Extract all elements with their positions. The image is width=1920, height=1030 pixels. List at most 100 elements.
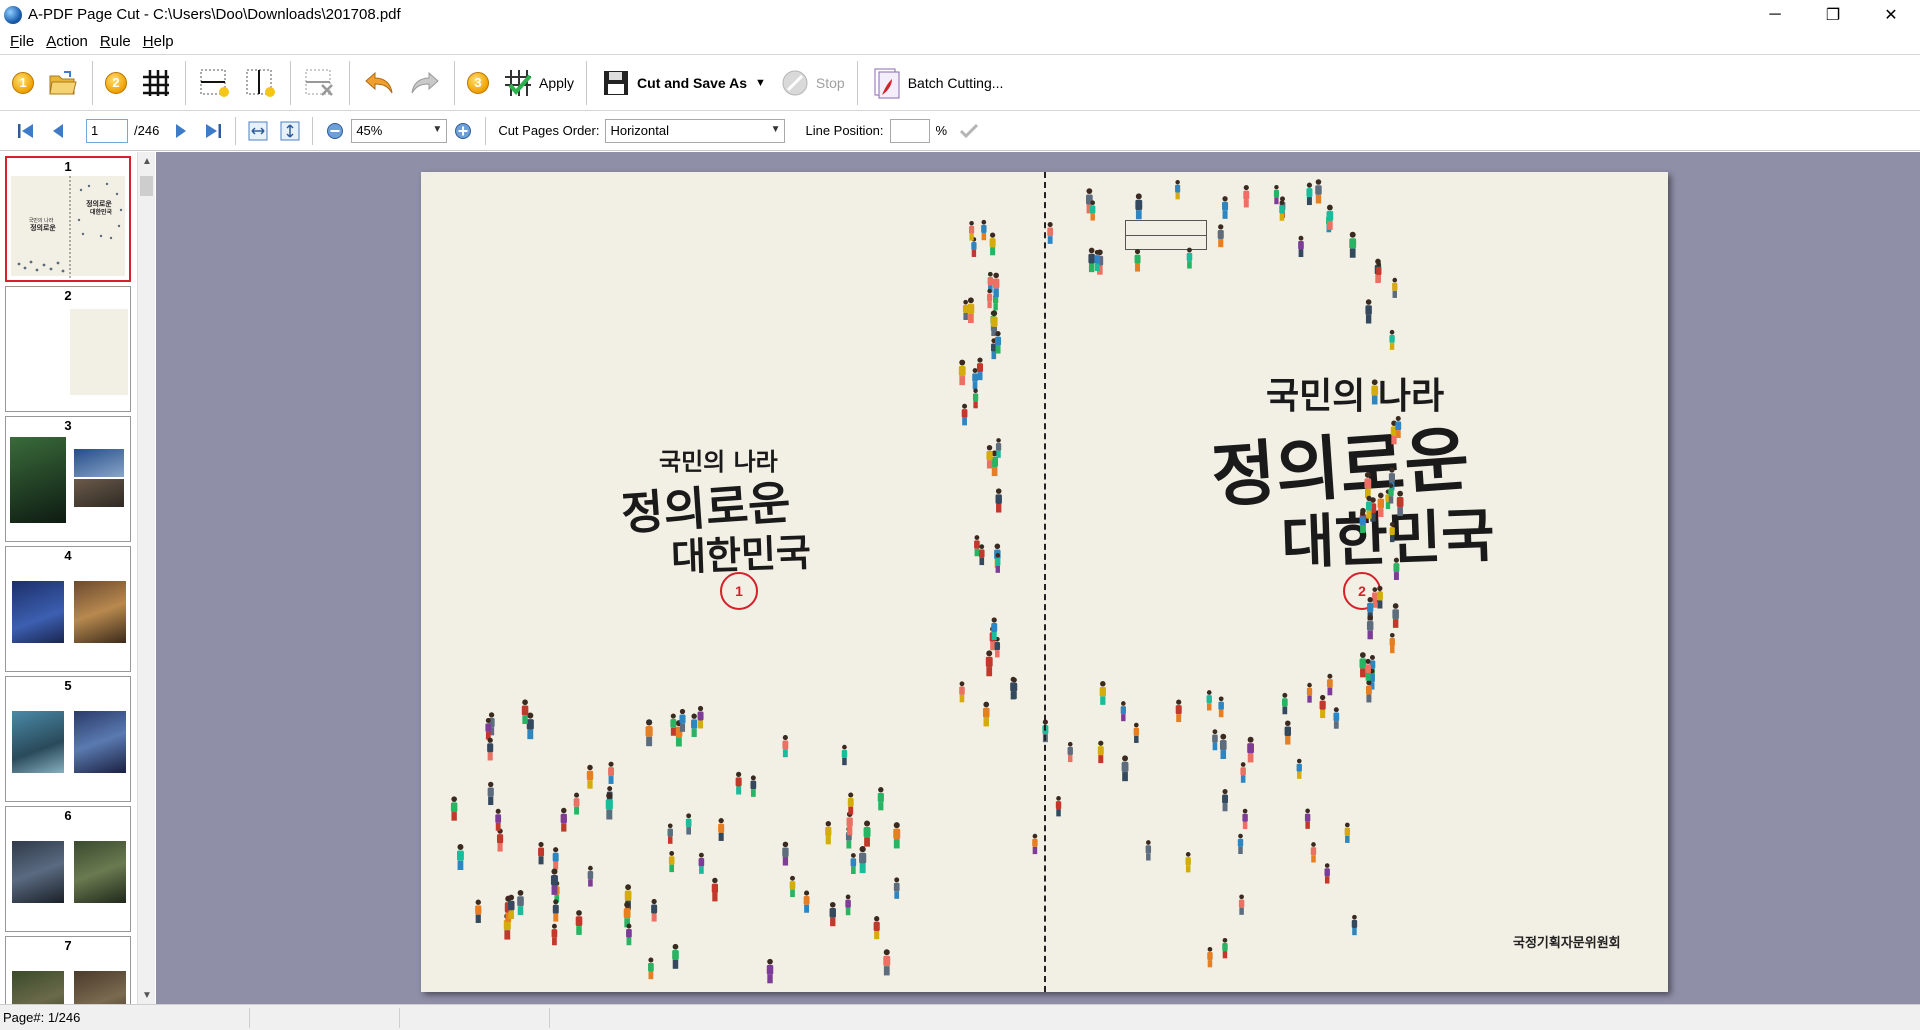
thumbnail-number: 3 — [64, 418, 72, 433]
status-cell-empty — [250, 1007, 400, 1028]
scroll-thumb[interactable] — [140, 176, 153, 196]
current-page-input[interactable] — [86, 118, 128, 143]
main-toolbar: 1 2 3 Apply Cut and Save As ▼ Stop Batch… — [0, 54, 1920, 111]
open-file-button[interactable] — [40, 61, 86, 105]
chevron-down-icon: ▼ — [770, 123, 781, 135]
percent-label: % — [935, 123, 948, 138]
thumbnail-page-2[interactable]: 2 — [5, 286, 131, 412]
nav-separator — [235, 116, 237, 145]
svg-text:국민의 나라: 국민의 나라 — [29, 217, 54, 224]
thumbnail-page-1[interactable]: 1 국민의 나라 정의로운 정의로운 대한민국 — [5, 156, 131, 282]
nav-separator — [312, 116, 314, 145]
scroll-down-arrow-icon[interactable]: ▼ — [138, 986, 156, 1004]
document-canvas[interactable]: 국민의 나라 정의로운 대한민국 1 국민의 나라 정의로운 대한민국 2 국정… — [156, 152, 1920, 1004]
cut-and-save-as-label: Cut and Save As — [637, 74, 747, 91]
svg-text:정의로운: 정의로운 — [86, 199, 112, 208]
batch-cutting-button[interactable]: Batch Cutting... — [864, 61, 1010, 105]
step2-icon: 2 — [105, 71, 127, 94]
thumbnail-number: 4 — [64, 548, 72, 563]
stop-icon — [778, 66, 812, 100]
add-horizontal-line-button[interactable] — [192, 61, 238, 105]
thumbnail-page-3[interactable]: 3 — [5, 416, 131, 542]
thumbnail-page-7[interactable]: 7 — [5, 936, 131, 1004]
grid-button[interactable] — [133, 61, 179, 105]
undo-button[interactable] — [356, 61, 402, 105]
undo-icon — [362, 66, 396, 100]
thumbnail-number: 2 — [64, 288, 72, 303]
toolbar-separator — [856, 60, 858, 105]
total-pages-label: /246 — [134, 123, 160, 138]
fit-height-icon[interactable] — [274, 117, 306, 145]
window-controls: ─ ❐ ✕ — [1746, 0, 1920, 29]
fit-width-icon[interactable] — [242, 117, 274, 145]
menu-bar: File Action Rule Help — [0, 29, 1920, 54]
thumbnail-page-6[interactable]: 6 — [5, 806, 131, 932]
navigation-bar: /246 45% ▼ Cut Pages Order: Horizontal ▼… — [0, 111, 1920, 151]
cut-pages-order-label: Cut Pages Order: — [498, 123, 600, 138]
thumbnail-page-4[interactable]: 4 — [5, 546, 131, 672]
toolbar-separator — [92, 60, 93, 105]
line-position-label: Line Position: — [805, 123, 884, 138]
chevron-down-icon: ▼ — [432, 123, 443, 135]
stop-label: Stop — [815, 74, 845, 91]
thumbnail-page-5[interactable]: 5 — [5, 676, 131, 802]
thumbnail-number: 6 — [64, 808, 72, 823]
toolbar-separator — [290, 60, 291, 105]
status-cell-empty — [400, 1007, 550, 1028]
title-bar: A-PDF Page Cut - C:\Users\Doo\Downloads\… — [0, 0, 1920, 29]
zoom-value: 45% — [356, 123, 383, 138]
delete-lines-button[interactable] — [297, 61, 343, 105]
thumbnail-number: 1 — [64, 159, 72, 174]
cut-line-vertical[interactable] — [1044, 172, 1046, 992]
last-page-icon[interactable] — [197, 117, 229, 145]
thumbnail-scrollbar[interactable]: ▲ ▼ — [137, 152, 155, 1004]
menu-rule[interactable]: Rule — [94, 33, 137, 50]
zoom-select[interactable]: 45% ▼ — [351, 118, 448, 143]
apply-label: Apply — [539, 74, 575, 91]
previous-page-icon[interactable] — [42, 117, 74, 145]
thumbnail-preview — [10, 955, 126, 1004]
stop-button[interactable]: Stop — [772, 61, 851, 105]
toolbar-separator — [185, 60, 186, 105]
scroll-up-arrow-icon[interactable]: ▲ — [138, 152, 156, 170]
menu-help[interactable]: Help — [137, 33, 180, 50]
zoom-in-icon[interactable] — [447, 117, 479, 145]
line-position-input[interactable] — [889, 118, 930, 143]
floppy-disk-icon — [599, 66, 633, 100]
cut-and-save-as-button[interactable]: Cut and Save As ▼ — [593, 61, 772, 105]
nav-separator — [485, 116, 487, 145]
apply-button[interactable]: Apply — [495, 61, 580, 105]
svg-text:대한민국: 대한민국 — [90, 208, 113, 216]
toolbar-separator — [454, 60, 455, 105]
maximize-button[interactable]: ❐ — [1804, 0, 1862, 29]
confirm-check-icon[interactable] — [953, 117, 985, 145]
thumbnail-number: 7 — [64, 938, 72, 953]
add-vertical-line-button[interactable] — [238, 61, 284, 105]
redo-button[interactable] — [402, 61, 448, 105]
step1-badge: 1 — [6, 61, 40, 105]
redo-icon — [408, 66, 442, 100]
thumbnail-preview — [10, 695, 126, 797]
toolbar-separator — [586, 60, 588, 105]
minimize-button[interactable]: ─ — [1746, 0, 1804, 29]
vertical-cut-icon — [244, 66, 278, 100]
menu-action[interactable]: Action — [40, 33, 94, 50]
menu-file[interactable]: File — [4, 33, 40, 50]
cut-pages-order-value: Horizontal — [610, 123, 669, 138]
step3-icon: 3 — [467, 71, 489, 94]
thumbnail-number: 5 — [64, 678, 72, 693]
apply-grid-check-icon — [501, 66, 535, 100]
next-page-icon[interactable] — [165, 117, 197, 145]
thumbnail-preview — [10, 305, 128, 407]
svg-text:정의로운: 정의로운 — [30, 223, 56, 232]
zoom-out-icon[interactable] — [319, 117, 351, 145]
thumbnail-preview: 국민의 나라 정의로운 정의로운 대한민국 — [11, 176, 125, 280]
dropdown-arrow-icon[interactable]: ▼ — [755, 77, 766, 89]
cut-pages-order-select[interactable]: Horizontal ▼ — [605, 118, 786, 143]
thumbnail-preview — [10, 435, 126, 537]
status-bar: Page#: 1/246 — [0, 1004, 1920, 1030]
status-page: Page#: 1/246 — [0, 1007, 250, 1028]
toolbar-separator — [349, 60, 350, 105]
first-page-icon[interactable] — [10, 117, 42, 145]
close-button[interactable]: ✕ — [1862, 0, 1920, 29]
